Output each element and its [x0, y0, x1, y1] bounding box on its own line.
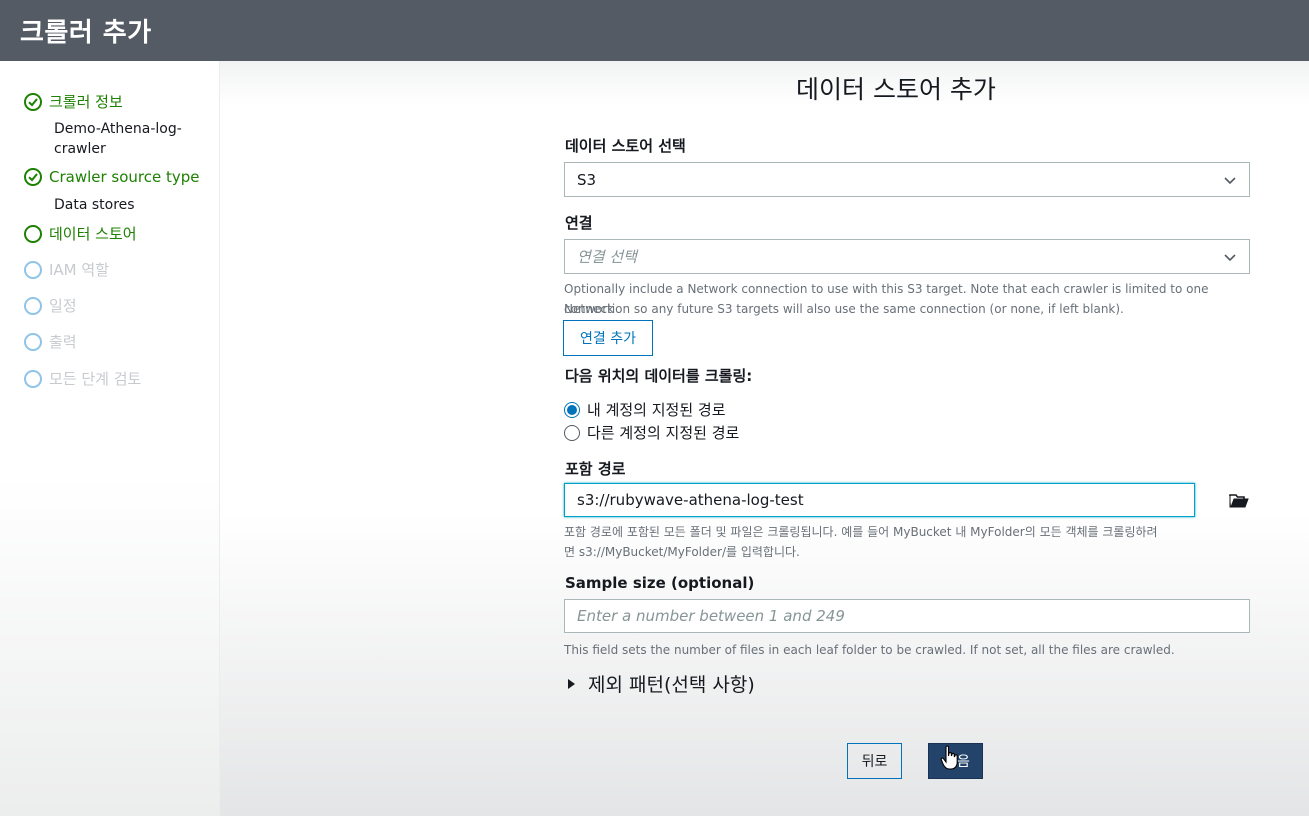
crawl-location-label: 다음 위치의 데이터를 크롤링: — [565, 367, 753, 385]
step-sub-data-stores: Data stores — [54, 197, 135, 213]
sample-size-placeholder: Enter a number between 1 and 249 — [577, 607, 845, 625]
step-label: 출력 — [49, 333, 77, 351]
step-iam-role: IAM 역할 — [24, 259, 109, 280]
connection-help-2: connection so any future S3 targets will… — [564, 302, 1124, 316]
include-path-input[interactable]: s3://rubywave-athena-log-test — [564, 483, 1195, 517]
include-path-label: 포함 경로 — [565, 460, 626, 478]
datastore-label: 데이터 스토어 선택 — [565, 137, 686, 155]
step-sub-crawler-name-1: Demo-Athena-log- — [54, 121, 182, 137]
step-output: 출력 — [24, 331, 77, 352]
radio-my-account[interactable]: 내 계정의 지정된 경로 — [564, 399, 726, 420]
caret-right-icon — [568, 678, 575, 689]
step-label: Crawler source type — [49, 168, 200, 186]
circle-icon — [24, 224, 42, 243]
step-review: 모든 단계 검토 — [24, 368, 141, 389]
radio-other-account[interactable]: 다른 계정의 지정된 경로 — [564, 422, 739, 443]
step-sub-crawler-name-2: crawler — [54, 141, 106, 157]
radio-button[interactable] — [564, 424, 580, 441]
radio-button[interactable] — [564, 401, 580, 418]
check-icon — [24, 92, 42, 111]
back-button[interactable]: 뒤로 — [847, 743, 902, 779]
check-icon — [24, 168, 42, 186]
sample-size-help: This field sets the number of files in e… — [564, 643, 1175, 657]
page-header-title: 크롤러 추가 — [20, 18, 152, 48]
page-title: 데이터 스토어 추가 — [796, 75, 996, 104]
circle-icon — [24, 332, 42, 351]
step-schedule: 일정 — [24, 295, 77, 316]
step-label: 일정 — [49, 297, 77, 315]
sample-size-input[interactable]: Enter a number between 1 and 249 — [564, 599, 1250, 633]
step-crawler-source-type[interactable]: Crawler source type — [24, 168, 200, 186]
radio-label: 다른 계정의 지정된 경로 — [587, 424, 740, 442]
include-path-help-1: 포함 경로에 포함된 모든 폴더 및 파일은 크롤링됩니다. 예를 들어 MyB… — [564, 525, 1158, 539]
connection-placeholder: 연결 선택 — [577, 248, 637, 266]
page-header: 크롤러 추가 — [0, 0, 1309, 61]
circle-icon — [24, 296, 42, 315]
circle-icon — [24, 369, 42, 388]
datastore-value: S3 — [577, 170, 597, 189]
step-label: IAM 역할 — [49, 261, 109, 279]
include-path-help-2: 면 s3://MyBucket/MyFolder/를 입력합니다. — [564, 545, 800, 559]
step-crawler-info[interactable]: 크롤러 정보 — [24, 91, 123, 112]
circle-icon — [24, 260, 42, 279]
step-data-store[interactable]: 데이터 스토어 — [24, 223, 137, 244]
sample-size-label: Sample size (optional) — [565, 574, 755, 592]
step-label: 데이터 스토어 — [49, 225, 137, 243]
connection-label: 연결 — [565, 214, 593, 232]
exclude-patterns-toggle[interactable]: 제외 패턴(선택 사항) — [568, 670, 755, 697]
radio-label: 내 계정의 지정된 경로 — [587, 401, 726, 419]
step-label: 크롤러 정보 — [49, 93, 123, 111]
add-connection-button[interactable]: 연결 추가 — [563, 320, 653, 356]
include-path-value: s3://rubywave-athena-log-test — [577, 491, 804, 509]
exclude-patterns-label: 제외 패턴(선택 사항) — [588, 674, 755, 696]
hand-cursor-icon — [940, 745, 958, 770]
step-label: 모든 단계 검토 — [49, 370, 142, 388]
folder-open-icon[interactable] — [1229, 493, 1249, 509]
chevron-down-icon — [1224, 254, 1236, 262]
connection-select[interactable]: 연결 선택 — [564, 239, 1250, 274]
chevron-down-icon — [1224, 177, 1236, 185]
datastore-select[interactable]: S3 — [564, 162, 1250, 197]
